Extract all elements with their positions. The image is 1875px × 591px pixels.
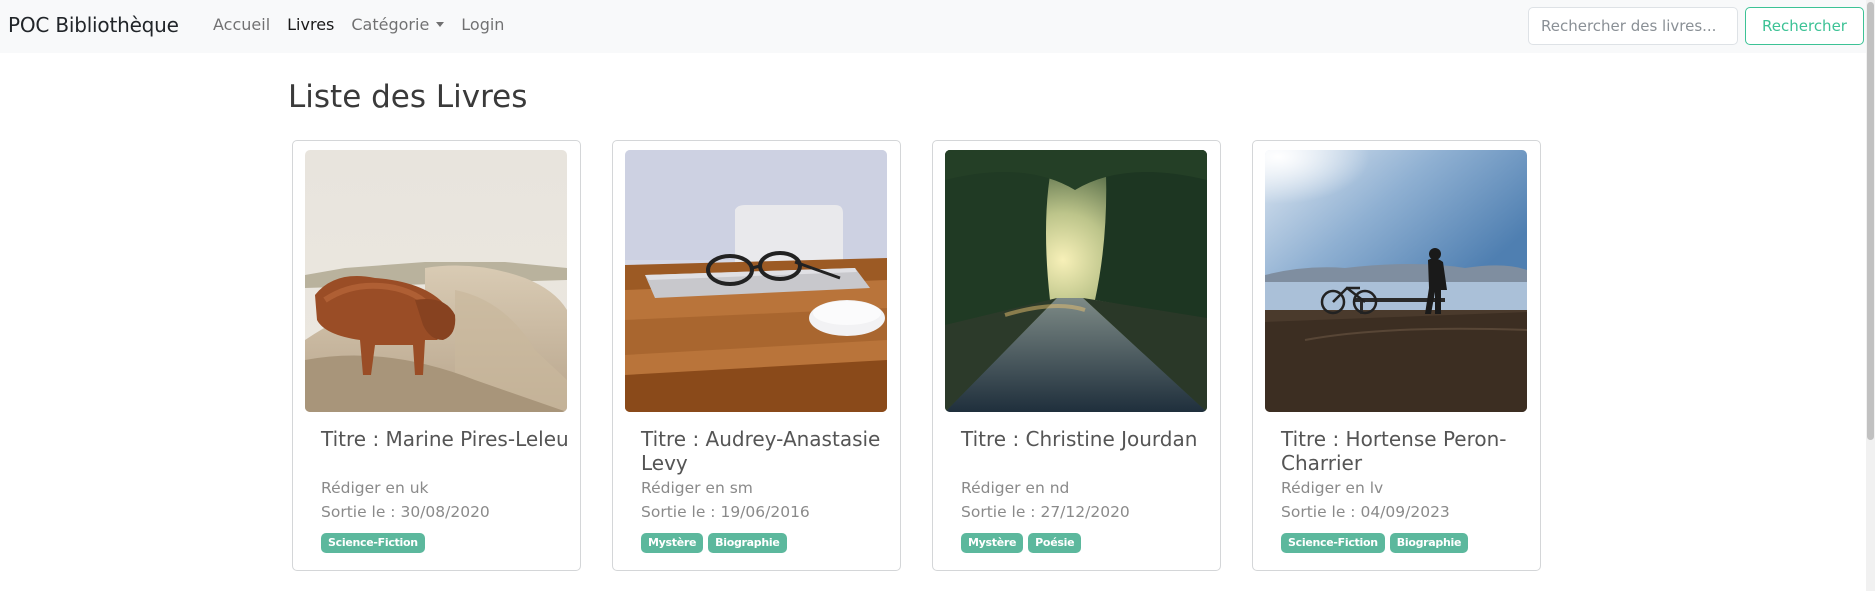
book-language: Rédiger en uk — [321, 479, 429, 497]
book-language: Rédiger en sm — [641, 479, 753, 497]
search-input[interactable] — [1528, 7, 1738, 45]
book-tags: Science-Fiction — [321, 533, 430, 553]
search-button[interactable]: Rechercher — [1745, 7, 1864, 45]
page-title: Liste des Livres — [288, 79, 528, 115]
nav-dropdown-category[interactable]: Catégorie — [351, 15, 445, 34]
category-badge: Mystère — [961, 533, 1024, 553]
book-cover-image — [1265, 150, 1527, 412]
book-cover-image — [945, 150, 1207, 412]
nav-link-books[interactable]: Livres — [287, 15, 334, 34]
nav-dropdown-category-label: Catégorie — [351, 15, 430, 34]
book-title: Titre : Audrey-Anastasie Levy — [641, 427, 881, 475]
category-badge: Biographie — [1389, 533, 1469, 553]
category-badge: Science-Fiction — [321, 533, 425, 553]
navbar: POC Bibliothèque Accueil Livres Catégori… — [0, 0, 1866, 53]
book-card[interactable]: Titre : Audrey-Anastasie Levy Rédiger en… — [612, 140, 901, 571]
book-title: Titre : Marine Pires-Leleu — [321, 427, 569, 451]
caret-down-icon — [436, 22, 445, 27]
book-language: Rédiger en nd — [961, 479, 1070, 497]
book-title: Titre : Christine Jourdan — [961, 427, 1198, 451]
book-release-date: Sortie le : 04/09/2023 — [1281, 503, 1450, 521]
book-language: Rédiger en lv — [1281, 479, 1384, 497]
book-card[interactable]: Titre : Christine Jourdan Rédiger en nd … — [932, 140, 1221, 571]
book-release-date: Sortie le : 27/12/2020 — [961, 503, 1130, 521]
book-card[interactable]: Titre : Marine Pires-Leleu Rédiger en uk… — [292, 140, 581, 571]
book-tags: Mystère Biographie — [641, 533, 792, 553]
page-scrollbar[interactable] — [1866, 0, 1875, 591]
category-badge: Biographie — [708, 533, 787, 553]
book-tags: Science-Fiction Biographie — [1281, 533, 1473, 553]
category-badge: Mystère — [641, 533, 704, 553]
book-cover-image — [625, 150, 887, 412]
book-release-date: Sortie le : 30/08/2020 — [321, 503, 490, 521]
book-cover-image — [305, 150, 567, 412]
book-release-date: Sortie le : 19/06/2016 — [641, 503, 810, 521]
book-tags: Mystère Poésie — [961, 533, 1086, 553]
nav-link-home[interactable]: Accueil — [213, 15, 270, 34]
book-title: Titre : Hortense Peron-Charrier — [1281, 427, 1507, 475]
scrollbar-thumb[interactable] — [1867, 2, 1874, 440]
category-badge: Poésie — [1028, 533, 1082, 553]
book-card[interactable]: Titre : Hortense Peron-Charrier Rédiger … — [1252, 140, 1541, 571]
category-badge: Science-Fiction — [1281, 533, 1385, 553]
nav-link-login[interactable]: Login — [461, 15, 504, 34]
nav-links: Accueil Livres Catégorie Login — [213, 15, 521, 34]
brand-link[interactable]: POC Bibliothèque — [8, 13, 179, 37]
